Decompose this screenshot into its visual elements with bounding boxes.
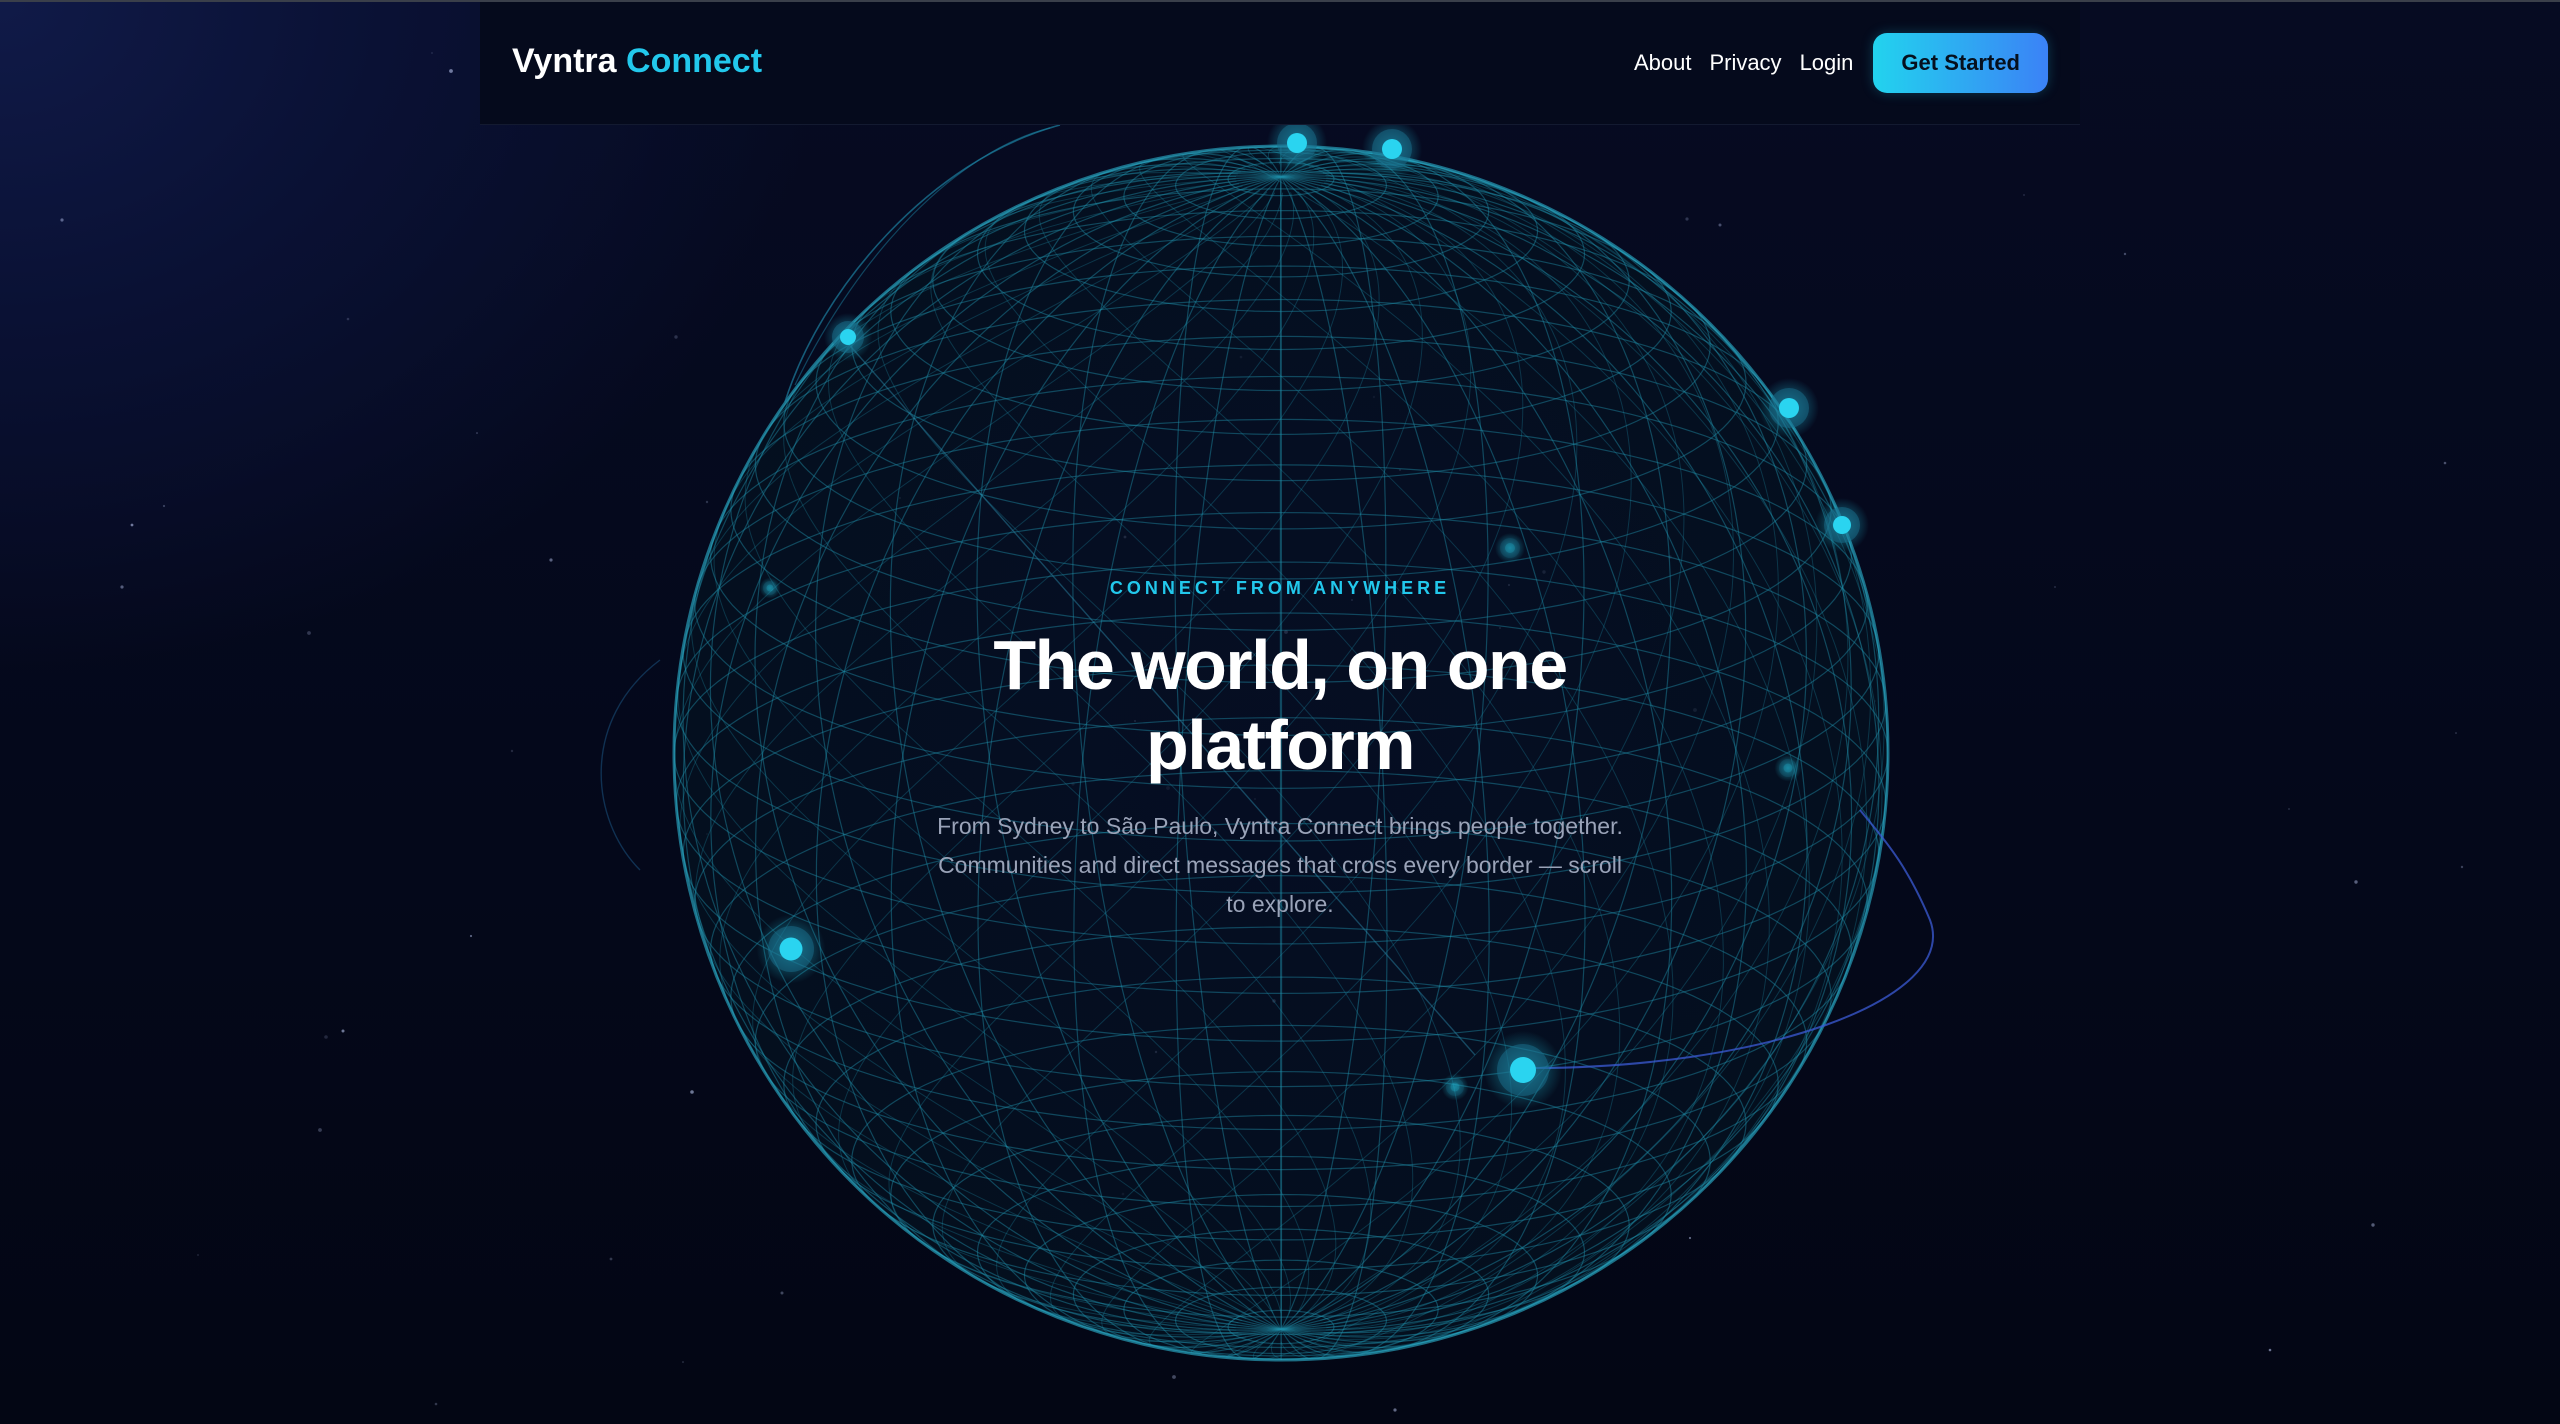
- location-node-icon: [1441, 1073, 1469, 1101]
- location-node-icon: [1362, 119, 1422, 179]
- brand-logo[interactable]: Vyntra Connect: [512, 42, 762, 81]
- location-node-icon: [1815, 498, 1869, 552]
- location-node-icon: [1774, 754, 1802, 782]
- location-node-icon: [1484, 1031, 1562, 1109]
- location-node-icon: [759, 577, 781, 599]
- nav-link-about[interactable]: About: [1634, 50, 1692, 76]
- hero-subtext: From Sydney to São Paulo, Vyntra Connect…: [937, 813, 1623, 917]
- location-node-icon: [756, 914, 826, 984]
- location-node-icon: [1759, 378, 1819, 438]
- get-started-button[interactable]: Get Started: [1873, 33, 2048, 93]
- top-navbar: Vyntra Connect About Privacy Login Get S…: [480, 2, 2080, 125]
- nav-link-login[interactable]: Login: [1800, 50, 1854, 76]
- hero-headline: The world, on one platform: [993, 626, 1568, 784]
- nav-links: About Privacy Login Get Started: [1616, 33, 2048, 93]
- hero-eyebrow: CONNECT FROM ANYWHERE: [1109, 578, 1451, 598]
- hero-section: CONNECT FROM ANYWHERE The world, on one …: [880, 578, 1680, 924]
- brand-name-primary: Vyntra: [512, 42, 617, 80]
- page-background: Vyntra Connect About Privacy Login Get S…: [0, 0, 2560, 1424]
- location-node-icon: [824, 313, 872, 361]
- nav-link-privacy[interactable]: Privacy: [1709, 50, 1781, 76]
- location-node-icon: [1495, 533, 1525, 563]
- brand-name-accent: Connect: [626, 42, 763, 80]
